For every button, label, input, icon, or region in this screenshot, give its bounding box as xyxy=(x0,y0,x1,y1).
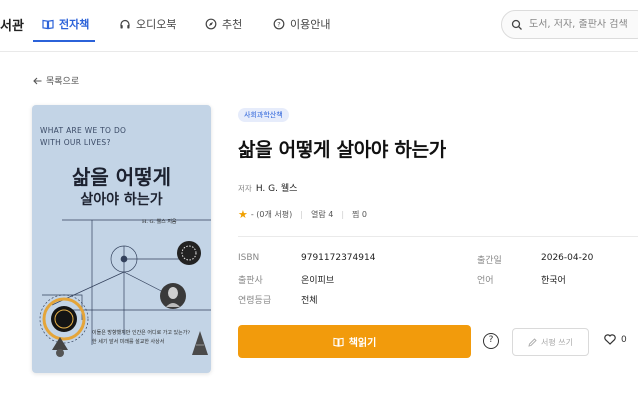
stats-divider: | xyxy=(341,210,345,219)
cover-title-line2: 살아야 하는가 xyxy=(80,192,163,208)
cover-title-line1: 삶을 어떻게 xyxy=(72,165,171,189)
back-link-label: 목록으로 xyxy=(46,77,80,87)
meta-publisher: 출판사 xyxy=(238,273,263,286)
author-row: 저자 H. G. 웰스 xyxy=(238,181,297,194)
write-review-button[interactable]: 서평 쓰기 xyxy=(512,328,589,356)
top-nav: 서관 전자책 오디오북 추천 ? 이용안내 xyxy=(0,0,638,52)
tab-ebook[interactable]: 전자책 xyxy=(42,16,89,32)
cover-quote: 이들은 방향했지만 인간은 어디로 가고 있는가? 한 세기 앞서 미래를 설교… xyxy=(92,330,191,345)
search-icon xyxy=(511,19,522,30)
search-box[interactable] xyxy=(501,10,638,39)
tab-audiobook[interactable]: 오디오북 xyxy=(119,16,176,32)
meta-value: 2026-04-20 xyxy=(541,253,594,263)
book-open-icon xyxy=(333,337,344,347)
meta-pubdate: 출간일 xyxy=(477,253,502,266)
cover-author: H. G. 웰스 지음 xyxy=(142,219,177,225)
meta-key: 언어 xyxy=(477,276,494,286)
meta-isbn-value: 9791172374914 xyxy=(301,253,375,263)
meta-language: 언어 xyxy=(477,273,494,286)
pencil-icon xyxy=(528,337,537,347)
tab-guide-label: 이용안내 xyxy=(290,18,331,31)
meta-language-value: 한국어 xyxy=(541,273,566,286)
book-cover: WHAT ARE WE TO DO WITH OUR LIVES? 삶을 어떻게… xyxy=(32,105,211,373)
book-icon xyxy=(42,19,54,30)
author-label: 저자 xyxy=(238,184,252,193)
tab-ebook-label: 전자책 xyxy=(59,18,90,31)
meta-isbn: ISBN xyxy=(238,253,259,263)
views-text: 열람 4 xyxy=(310,210,334,219)
meta-value[interactable]: 온이피브 xyxy=(301,276,334,286)
meta-age-rating-value: 전체 xyxy=(301,293,318,306)
rating-text: - (0개 서평) xyxy=(250,210,293,219)
brand-logo[interactable]: 서관 xyxy=(0,15,24,34)
author-name[interactable]: H. G. 웰스 xyxy=(256,181,298,194)
like-button[interactable]: 0 xyxy=(604,334,627,345)
section-divider xyxy=(238,236,638,237)
svg-text:?: ? xyxy=(277,20,280,28)
meta-age-rating: 연령등급 xyxy=(238,293,271,306)
tab-audiobook-label: 오디오북 xyxy=(136,18,177,31)
meta-key: ISBN xyxy=(238,253,260,263)
tab-recommend-label: 추천 xyxy=(222,18,243,31)
cover-english-subtitle: WHAT ARE WE TO DO WITH OUR LIVES? xyxy=(40,126,127,147)
tab-recommend[interactable]: 추천 xyxy=(205,16,242,32)
meta-pubdate-value: 2026-04-20 xyxy=(541,253,593,263)
help-button[interactable]: ? xyxy=(483,333,499,349)
meta-key: 출판사 xyxy=(238,276,263,286)
category-badge[interactable]: 사회과학산책 xyxy=(238,108,289,122)
read-book-button[interactable]: 책읽기 xyxy=(238,325,471,358)
help-circle-icon: ? xyxy=(273,18,285,30)
write-review-label: 서평 쓰기 xyxy=(541,337,573,347)
meta-value: 한국어 xyxy=(541,276,566,286)
book-title: 삶을 어떻게 살아야 하는가 xyxy=(238,139,446,161)
meta-publisher-value: 온이피브 xyxy=(301,273,334,286)
headphones-icon xyxy=(120,19,130,29)
arrow-left-icon xyxy=(33,77,42,84)
book-stats: ★ - (0개 서평) | 열람 4 | 찜 0 xyxy=(238,208,367,221)
likes-text: 찜 0 xyxy=(352,210,368,219)
read-book-label: 책읽기 xyxy=(348,338,377,349)
search-input[interactable] xyxy=(529,19,638,30)
heart-icon xyxy=(604,334,616,345)
star-icon: ★ xyxy=(238,208,248,221)
meta-value: 전체 xyxy=(301,296,318,306)
like-count: 0 xyxy=(621,334,627,345)
stats-divider: | xyxy=(300,210,303,219)
meta-value: 9791172374914 xyxy=(301,253,376,263)
meta-key: 연령등급 xyxy=(238,296,272,306)
compass-icon xyxy=(205,18,217,30)
tab-guide[interactable]: ? 이용안내 xyxy=(273,16,330,32)
meta-key: 출간일 xyxy=(477,256,502,266)
back-link[interactable]: 목록으로 xyxy=(33,74,79,87)
active-tab-indicator xyxy=(33,40,95,42)
